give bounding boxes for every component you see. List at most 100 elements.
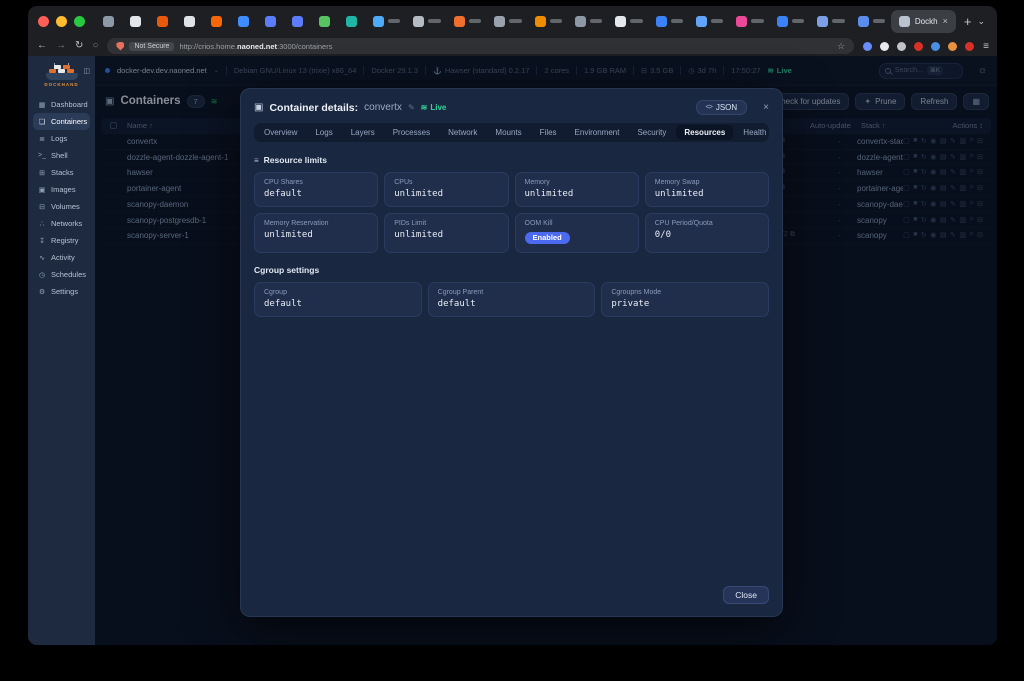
detail-card: CPU Sharesdefault [254, 172, 378, 207]
sidebar-item-images[interactable]: ▣Images [33, 181, 90, 198]
modal-tab-processes[interactable]: Processes [385, 125, 438, 140]
back-icon[interactable]: ← [37, 41, 47, 51]
minimize-window-button[interactable] [56, 16, 67, 27]
registry-icon: ↧ [38, 237, 46, 245]
tab-favicon [157, 16, 168, 27]
json-button[interactable]: <> JSON [696, 100, 748, 115]
modal-tab-files[interactable]: Files [532, 125, 565, 140]
rename-icon[interactable]: ✎ [408, 103, 415, 112]
new-tab-button[interactable]: + [964, 14, 972, 29]
browser-tab[interactable] [205, 10, 231, 32]
modal-tab-security[interactable]: Security [629, 125, 674, 140]
sidebar-item-volumes[interactable]: ⊟Volumes [33, 198, 90, 215]
browser-tab[interactable] [286, 10, 312, 32]
browser-tab[interactable] [771, 10, 810, 32]
browser-tabstrip: Dockh × + ⌄ [28, 6, 997, 36]
sliders-icon: ≡ [254, 156, 259, 165]
detail-card-label: OOM Kill [525, 220, 629, 227]
tab-title-placeholder [832, 19, 844, 23]
modal-tab-mounts[interactable]: Mounts [487, 125, 529, 140]
detail-card-value: unlimited [394, 189, 498, 199]
browser-tab[interactable] [730, 10, 769, 32]
not-secure-badge[interactable]: Not Secure [129, 42, 174, 51]
browser-tab[interactable] [313, 10, 339, 32]
browser-tab[interactable] [488, 10, 527, 32]
sidebar-collapse-icon[interactable]: ◫ [83, 67, 90, 75]
tab-search-chevron-icon[interactable]: ⌄ [977, 16, 985, 27]
detail-card-label: Memory Reservation [264, 220, 368, 227]
extension-icon[interactable] [914, 42, 923, 51]
detail-card: Cgroupns Modeprivate [601, 282, 769, 317]
modal-tab-logs[interactable]: Logs [307, 125, 340, 140]
tab-favicon [454, 16, 465, 27]
sidebar-item-dashboard[interactable]: ▦Dashboard [33, 96, 90, 113]
browser-tab[interactable] [852, 10, 891, 32]
browser-tab[interactable] [178, 10, 204, 32]
browser-tab[interactable] [569, 10, 608, 32]
active-browser-tab[interactable]: Dockh × [891, 10, 956, 33]
wifi-icon: ≋ [421, 103, 428, 112]
forward-icon[interactable]: → [56, 41, 66, 51]
address-bar[interactable]: Not Secure http://crios.home.naoned.net:… [107, 38, 854, 54]
container-icon: ▣ [254, 102, 263, 113]
tab-favicon [736, 16, 747, 27]
sidebar-item-registry[interactable]: ↧Registry [33, 232, 90, 249]
detail-card-label: CPUs [394, 179, 498, 186]
extension-icon[interactable] [880, 42, 889, 51]
browser-tab[interactable] [259, 10, 285, 32]
sidebar-item-logs[interactable]: ≣Logs [33, 130, 90, 147]
sidebar-item-label: Containers [51, 117, 87, 126]
resource-limits-heading: ≡ Resource limits [254, 155, 769, 165]
browser-tab[interactable] [690, 10, 729, 32]
browser-tab[interactable] [151, 10, 177, 32]
sidebar-item-stacks[interactable]: ⊞Stacks [33, 164, 90, 181]
modal-tab-health[interactable]: Health [735, 125, 774, 140]
modal-tab-layers[interactable]: Layers [343, 125, 383, 140]
sidebar-item-schedules[interactable]: ◷Schedules [33, 266, 90, 283]
zoom-window-button[interactable] [74, 16, 85, 27]
reload-icon[interactable]: ↻ [75, 41, 83, 51]
browser-tab[interactable] [232, 10, 258, 32]
stacks-icon: ⊞ [38, 169, 46, 177]
browser-tab[interactable] [407, 10, 446, 32]
close-window-button[interactable] [38, 16, 49, 27]
tab-title-placeholder [388, 19, 400, 23]
modal-tab-resources[interactable]: Resources [676, 125, 733, 140]
browser-tab[interactable] [448, 10, 487, 32]
bookmark-star-icon[interactable]: ☆ [837, 41, 845, 52]
browser-tab[interactable] [340, 10, 366, 32]
browser-menu-icon[interactable]: ≡ [983, 41, 988, 52]
tab-favicon [292, 16, 303, 27]
browser-tab[interactable] [124, 10, 150, 32]
sidebar-item-networks[interactable]: ∴Networks [33, 215, 90, 232]
tab-favicon [184, 16, 195, 27]
close-tab-icon[interactable]: × [943, 17, 948, 26]
sidebar-item-containers[interactable]: ❏Containers [33, 113, 90, 130]
tab-favicon [535, 16, 546, 27]
sidebar-item-activity[interactable]: ∿Activity [33, 249, 90, 266]
sidebar-item-shell[interactable]: >_Shell [33, 147, 90, 164]
site-info-icon[interactable]: ○ [92, 41, 98, 51]
browser-tab[interactable] [609, 10, 648, 32]
modal-tab-environment[interactable]: Environment [567, 125, 628, 140]
extension-icon[interactable] [863, 42, 872, 51]
detail-card-label: Cgroup [264, 289, 412, 296]
extension-icon[interactable] [965, 42, 974, 51]
browser-tab[interactable] [97, 10, 123, 32]
sidebar-item-label: Images [51, 185, 76, 194]
sidebar-item-label: Networks [51, 219, 82, 228]
detail-card: Memory Swapunlimited [645, 172, 769, 207]
browser-tab[interactable] [650, 10, 689, 32]
modal-tab-overview[interactable]: Overview [256, 125, 305, 140]
desktop: Dockh × + ⌄ ← → ↻ ○ Not Secure http://cr… [0, 0, 1024, 681]
modal-close-icon[interactable]: × [763, 103, 769, 113]
browser-tab[interactable] [811, 10, 850, 32]
extension-icon[interactable] [948, 42, 957, 51]
extension-icon[interactable] [931, 42, 940, 51]
modal-tab-network[interactable]: Network [440, 125, 485, 140]
sidebar-item-settings[interactable]: ⚙Settings [33, 283, 90, 300]
browser-tab[interactable] [367, 10, 406, 32]
close-button[interactable]: Close [723, 586, 769, 604]
browser-tab[interactable] [529, 10, 568, 32]
extension-icon[interactable] [897, 42, 906, 51]
